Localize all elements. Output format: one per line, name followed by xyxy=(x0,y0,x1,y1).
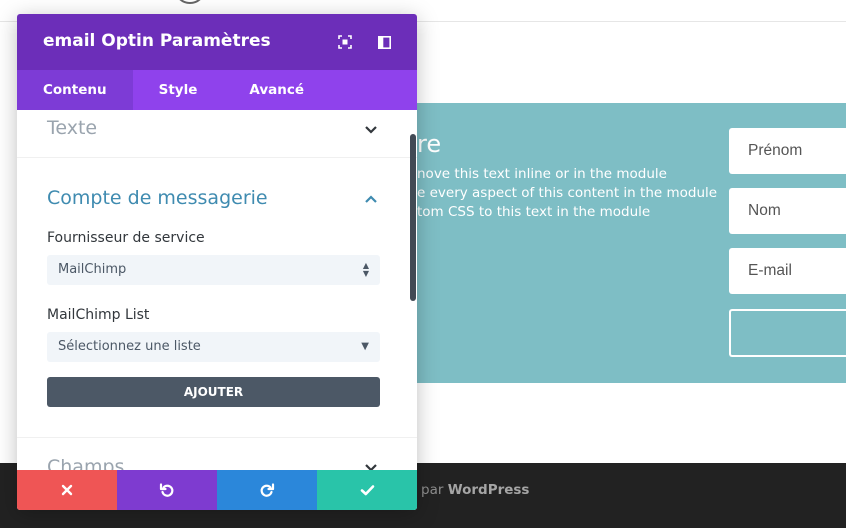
list-label: MailChimp List xyxy=(47,307,150,323)
provider-label: Fournisseur de service xyxy=(47,230,205,246)
redo-icon xyxy=(260,483,275,497)
section-champs[interactable]: Champs xyxy=(17,437,417,470)
section-compte-title[interactable]: Compte de messagerie xyxy=(47,187,268,209)
sidebar-icon[interactable] xyxy=(376,34,392,50)
section-texte-title: Texte xyxy=(47,117,98,139)
chevron-down-icon[interactable] xyxy=(363,124,379,136)
email-optin-module: re nove this text inline or in the modul… xyxy=(417,103,846,383)
list-select[interactable]: Sélectionnez une liste ▼ xyxy=(47,332,380,362)
tab-style[interactable]: Style xyxy=(133,70,224,110)
footer-credit: par WordPress xyxy=(421,482,529,498)
optin-text-line: e every aspect of this content in the mo… xyxy=(417,185,718,201)
modal-header: email Optin Paramètres xyxy=(17,14,417,70)
save-button[interactable] xyxy=(317,470,417,510)
modal-tabs: Contenu Style Avancé xyxy=(17,70,417,110)
undo-icon xyxy=(159,483,174,497)
subscribe-button[interactable] xyxy=(729,309,846,357)
provider-select[interactable]: MailChimp ▲ ▼ xyxy=(47,255,380,285)
check-icon xyxy=(360,485,374,496)
footer-wordpress-link[interactable]: WordPress xyxy=(448,482,530,498)
tab-contenu[interactable]: Contenu xyxy=(17,70,133,110)
close-icon xyxy=(61,484,73,496)
firstname-input[interactable]: Prénom xyxy=(729,128,846,174)
list-value: Sélectionnez une liste xyxy=(58,339,201,354)
settings-modal: email Optin Paramètres Contenu Style Ava… xyxy=(17,14,417,510)
lastname-input[interactable]: Nom xyxy=(729,188,846,234)
add-button[interactable]: AJOUTER xyxy=(47,377,380,407)
optin-text-line: nove this text inline or in the module xyxy=(417,166,667,182)
redo-button[interactable] xyxy=(217,470,317,510)
scrollbar-thumb[interactable] xyxy=(410,134,416,301)
dropdown-arrow-icon: ▼ xyxy=(361,341,369,352)
updown-arrow-icon: ▲ ▼ xyxy=(362,261,369,278)
provider-value: MailChimp xyxy=(58,262,127,277)
optin-description: nove this text inline or in the module e… xyxy=(417,165,717,222)
undo-button[interactable] xyxy=(117,470,217,510)
modal-body: Texte Compte de messagerie Fournisseur d… xyxy=(17,110,417,470)
modal-title: email Optin Paramètres xyxy=(43,31,271,51)
modal-footer xyxy=(17,470,417,510)
footer-credit-prefix: par xyxy=(421,482,448,498)
expand-icon[interactable] xyxy=(337,34,353,50)
section-texte[interactable]: Texte xyxy=(17,110,417,158)
chevron-down-icon[interactable] xyxy=(363,462,379,470)
optin-text-line: tom CSS to this text in the module xyxy=(417,204,651,220)
section-champs-title: Champs xyxy=(47,456,125,470)
discard-button[interactable] xyxy=(17,470,117,510)
chevron-up-icon[interactable] xyxy=(363,193,379,205)
tab-avance[interactable]: Avancé xyxy=(223,70,330,110)
email-input[interactable]: E-mail xyxy=(729,248,846,294)
site-logo[interactable] xyxy=(174,0,206,4)
optin-title: re xyxy=(417,130,442,158)
